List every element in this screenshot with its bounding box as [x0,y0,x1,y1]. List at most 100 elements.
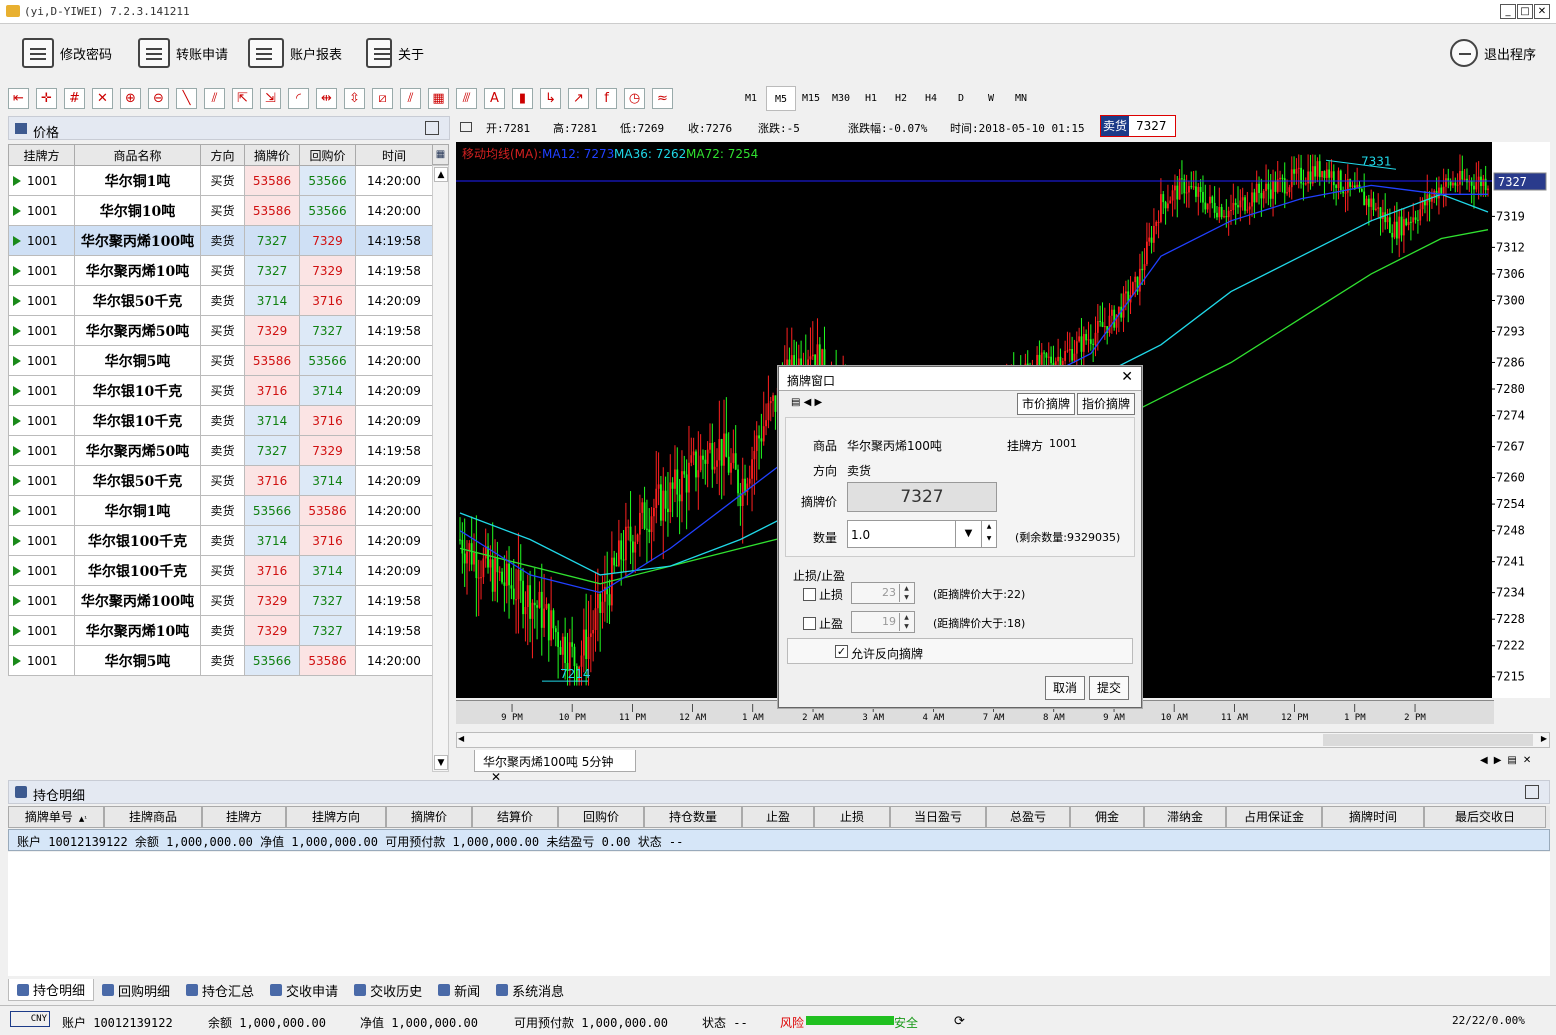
chart-menu-icon[interactable] [460,122,472,132]
draw-tool-1-icon[interactable]: ✛ [36,88,57,109]
period-m15-button[interactable]: M15 [796,86,826,111]
sell-quote-box[interactable]: 卖货 7327 [1100,115,1176,137]
about-button[interactable]: 关于 [366,36,424,70]
qty-stepper[interactable]: ▲ ▼ [981,521,996,547]
price-col-header[interactable]: 时间 [355,144,433,166]
price-row[interactable]: 1001 华尔银50千克 卖货 3714 3716 14:20:09 [8,285,433,316]
stop-loss-checkbox[interactable] [803,588,816,601]
chart-scrollbar[interactable]: ◀ ▶ [456,732,1550,748]
price-row[interactable]: 1001 华尔聚丙烯100吨 卖货 7327 7329 14:19:58 [8,225,433,256]
draw-tool-3-icon[interactable]: ✕ [92,88,113,109]
chart-scroll-thumb[interactable] [1323,734,1533,746]
limit-delist-tab[interactable]: 指价摘牌 [1077,393,1135,415]
scroll-left-icon[interactable]: ◀ [458,734,464,743]
period-mn-button[interactable]: MN [1006,86,1036,111]
draw-tool-14-icon[interactable]: ⫽ [400,88,421,109]
period-h4-button[interactable]: H4 [916,86,946,111]
draw-tool-5-icon[interactable]: ⊖ [148,88,169,109]
price-row[interactable]: 1001 华尔银100千克 卖货 3714 3716 14:20:09 [8,525,433,556]
exit-button[interactable]: 退出程序 [1450,36,1536,70]
price-row[interactable]: 1001 华尔聚丙烯10吨 买货 7327 7329 14:19:58 [8,255,433,286]
price-row[interactable]: 1001 华尔聚丙烯100吨 买货 7329 7327 14:19:58 [8,585,433,616]
position-col-header[interactable]: 止损 [814,806,890,828]
price-table-scrollbar[interactable]: ▲ ▼ [432,165,449,772]
bottom-tab-6[interactable]: 系统消息 [488,979,572,1001]
position-col-header[interactable]: 挂牌方向 [286,806,386,828]
position-col-header[interactable]: 回购价 [558,806,644,828]
scroll-down-icon[interactable]: ▼ [434,755,448,770]
draw-tool-7-icon[interactable]: ⫽ [204,88,225,109]
price-col-header[interactable]: 回购价 [299,144,356,166]
price-col-header[interactable]: 商品名称 [74,144,201,166]
bottom-tab-5[interactable]: 新闻 [430,979,488,1001]
change-password-button[interactable]: 修改密码 [22,36,112,70]
account-summary-row[interactable]: 账户 10012139122 余额 1,000,000.00 净值 1,000,… [8,829,1550,851]
take-profit-input[interactable]: 19 [851,611,915,633]
period-w-button[interactable]: W [976,86,1006,111]
price-row[interactable]: 1001 华尔铜1吨 买货 53586 53566 14:20:00 [8,165,433,196]
price-row[interactable]: 1001 华尔铜10吨 买货 53586 53566 14:20:00 [8,195,433,226]
submit-button[interactable]: 提交 [1089,676,1129,700]
take-profit-checkbox[interactable] [803,617,816,630]
dialog-nav-icons[interactable]: ▤ ◀ ▶ [791,397,822,408]
draw-tool-17-icon[interactable]: A [484,88,505,109]
draw-tool-4-icon[interactable]: ⊕ [120,88,141,109]
draw-tool-20-icon[interactable]: ↗ [568,88,589,109]
draw-tool-21-icon[interactable]: f [596,88,617,109]
price-row[interactable]: 1001 华尔聚丙烯50吨 卖货 7327 7329 14:19:58 [8,435,433,466]
chart-tab-nav[interactable]: ◀▶▤✕ [1480,755,1537,766]
period-m5-button[interactable]: M5 [766,86,796,111]
position-col-header[interactable]: 滞纳金 [1144,806,1226,828]
allow-reverse-checkbox[interactable]: ✓ [835,645,848,658]
price-row[interactable]: 1001 华尔铜1吨 卖货 53566 53586 14:20:00 [8,495,433,526]
draw-tool-16-icon[interactable]: ⫻ [456,88,477,109]
refresh-icon[interactable]: ⟳ [954,1014,965,1029]
price-col-header[interactable]: 摘牌价 [244,144,300,166]
scroll-right-icon[interactable]: ▶ [1541,734,1547,743]
draw-tool-2-icon[interactable]: # [64,88,85,109]
price-row[interactable]: 1001 华尔聚丙烯10吨 卖货 7329 7327 14:19:58 [8,615,433,646]
stop-loss-input[interactable]: 23 [851,582,915,604]
position-col-header[interactable]: 最后交收日 [1424,806,1546,828]
price-row[interactable]: 1001 华尔银10千克 买货 3716 3714 14:20:09 [8,375,433,406]
draw-tool-10-icon[interactable]: ◜ [288,88,309,109]
price-row[interactable]: 1001 华尔铜5吨 买货 53586 53566 14:20:00 [8,345,433,376]
price-col-header[interactable]: 方向 [200,144,245,166]
draw-tool-11-icon[interactable]: ⇹ [316,88,337,109]
position-col-header[interactable]: 佣金 [1070,806,1144,828]
transfer-request-button[interactable]: 转账申请 [138,36,228,70]
price-row[interactable]: 1001 华尔银100千克 买货 3716 3714 14:20:09 [8,555,433,586]
qty-dropdown-icon[interactable]: ▼ [955,521,981,547]
minimize-button[interactable]: _ [1500,4,1516,19]
price-col-header[interactable]: 挂牌方 [8,144,75,166]
period-d-button[interactable]: D [946,86,976,111]
draw-tool-9-icon[interactable]: ⇲ [260,88,281,109]
market-delist-tab[interactable]: 市价摘牌 [1017,393,1075,415]
position-col-header[interactable]: 结算价 [472,806,558,828]
position-col-header[interactable]: 挂牌商品 [104,806,202,828]
draw-tool-23-icon[interactable]: ≈ [652,88,673,109]
draw-tool-18-icon[interactable]: ▮ [512,88,533,109]
period-h2-button[interactable]: H2 [886,86,916,111]
position-col-header[interactable]: 挂牌方 [202,806,286,828]
draw-tool-0-icon[interactable]: ⇤ [8,88,29,109]
account-report-button[interactable]: 账户报表 [248,36,342,70]
period-m1-button[interactable]: M1 [736,86,766,111]
price-row[interactable]: 1001 华尔银50千克 买货 3716 3714 14:20:09 [8,465,433,496]
draw-tool-19-icon[interactable]: ↳ [540,88,561,109]
position-col-header[interactable]: 摘牌价 [386,806,472,828]
draw-tool-8-icon[interactable]: ⇱ [232,88,253,109]
position-col-header[interactable]: 持仓数量 [644,806,742,828]
scroll-up-icon[interactable]: ▲ [434,167,448,182]
price-row[interactable]: 1001 华尔铜5吨 卖货 53566 53586 14:20:00 [8,645,433,676]
draw-tool-12-icon[interactable]: ⇳ [344,88,365,109]
column-settings-icon[interactable]: ▦ [432,144,449,165]
position-col-header[interactable]: 总盈亏 [986,806,1070,828]
position-col-header[interactable]: 摘牌时间 [1322,806,1424,828]
price-row[interactable]: 1001 华尔聚丙烯50吨 买货 7329 7327 14:19:58 [8,315,433,346]
popout-icon[interactable] [425,121,439,135]
price-row[interactable]: 1001 华尔银10千克 卖货 3714 3716 14:20:09 [8,405,433,436]
position-col-header[interactable]: 止盈 [742,806,814,828]
cancel-button[interactable]: 取消 [1045,676,1085,700]
close-window-button[interactable]: ✕ [1534,4,1550,19]
